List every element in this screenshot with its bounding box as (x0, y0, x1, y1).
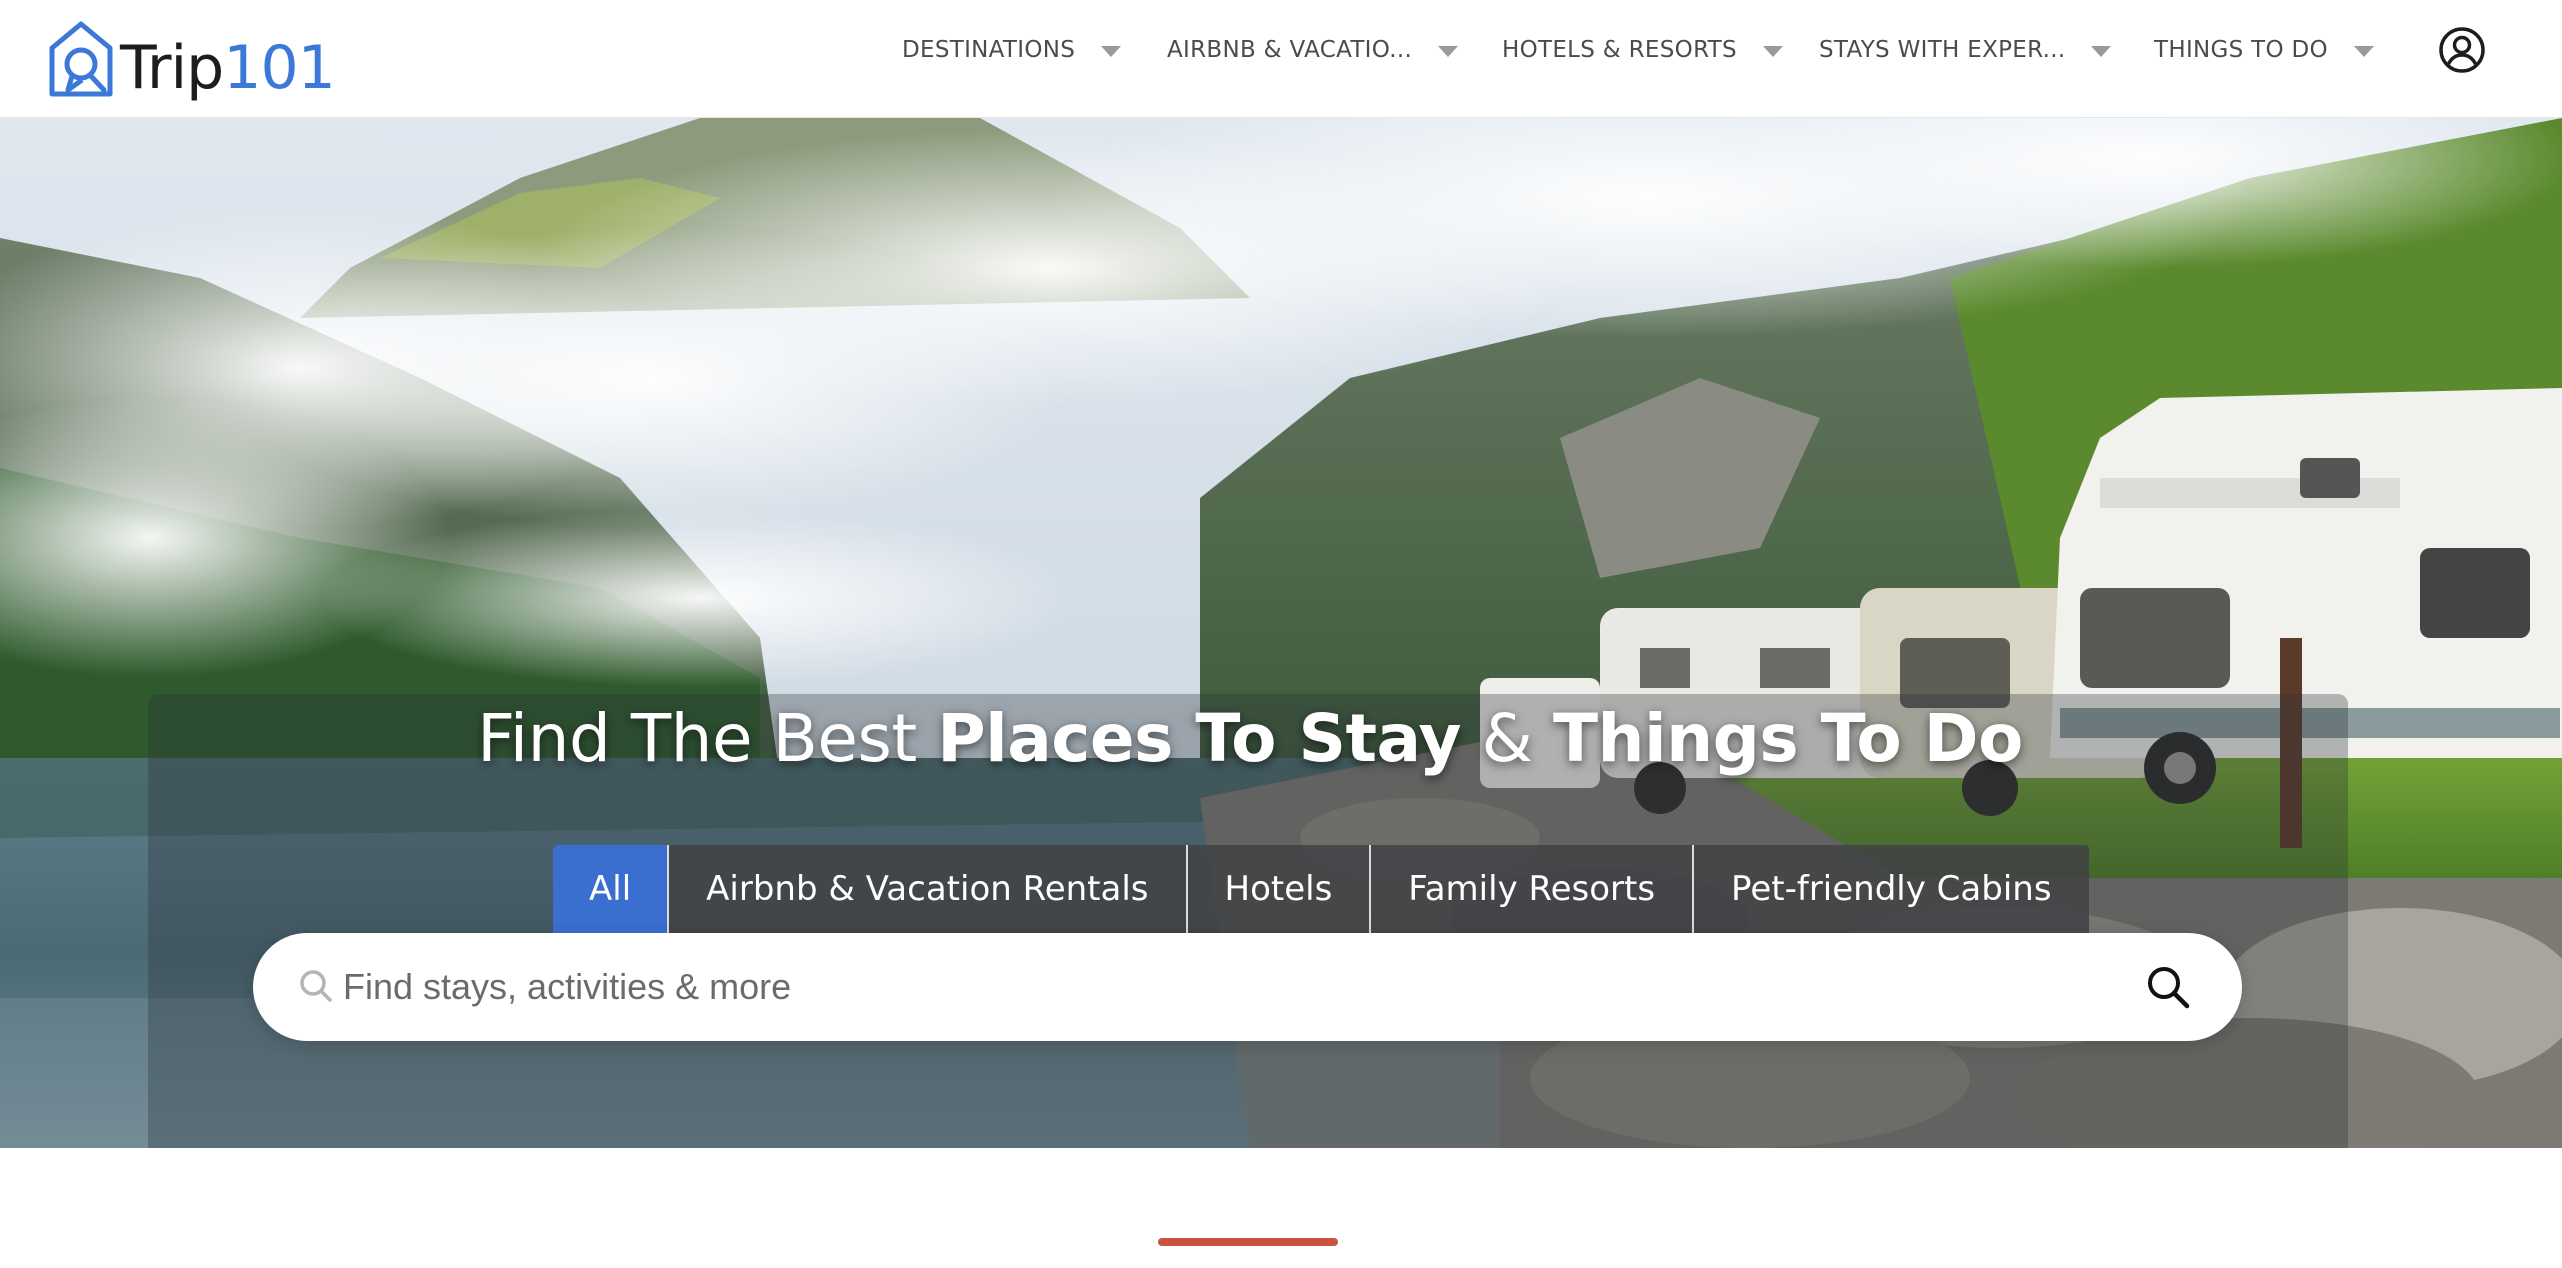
chevron-down-icon (1101, 45, 1122, 57)
nav-label: THINGS TO DO (2154, 37, 2328, 63)
section-divider-accent (1158, 1238, 1338, 1246)
chevron-down-icon (1438, 45, 1459, 57)
user-circle-icon[interactable] (2438, 26, 2486, 74)
house-pin-icon (49, 21, 113, 97)
nav-hotels-resorts[interactable]: HOTELS & RESORTS (1502, 0, 1783, 100)
nav-label: STAYS WITH EXPER... (1819, 37, 2066, 63)
logo-wordmark: Trip101 (120, 33, 336, 103)
chevron-down-icon (2091, 45, 2112, 57)
hero-headline: Find The Best Places To Stay & Things To… (477, 700, 2023, 777)
search-bar (253, 933, 2242, 1041)
nav-things-to-do[interactable]: THINGS TO DO (2154, 0, 2374, 100)
nav-destinations[interactable]: DESTINATIONS (902, 0, 1122, 100)
search-category-tabs: All Airbnb & Vacation Rentals Hotels Fam… (553, 845, 2089, 933)
tab-pet-friendly-cabins[interactable]: Pet-friendly Cabins (1694, 845, 2089, 933)
chevron-down-icon (1762, 45, 1783, 57)
tab-hotels[interactable]: Hotels (1187, 845, 1372, 933)
tab-family-resorts[interactable]: Family Resorts (1371, 845, 1695, 933)
search-icon (300, 970, 332, 1002)
nav-label: AIRBNB & VACATIO... (1167, 37, 1413, 63)
nav-label: DESTINATIONS (902, 37, 1076, 63)
chevron-down-icon (2353, 45, 2374, 57)
search-input[interactable] (343, 953, 2043, 1021)
tab-all[interactable]: All (553, 845, 670, 933)
search-submit-icon[interactable] (2144, 963, 2192, 1011)
nav-airbnb-vacation[interactable]: AIRBNB & VACATIO... (1167, 0, 1459, 100)
nav-stays-experiences[interactable]: STAYS WITH EXPER... (1819, 0, 2112, 100)
site-logo[interactable]: Trip101 (46, 16, 336, 106)
site-header: Trip101 DESTINATIONS AIRBNB & VACATIO...… (0, 0, 2562, 118)
tab-airbnb-vacation-rentals[interactable]: Airbnb & Vacation Rentals (669, 845, 1188, 933)
nav-label: HOTELS & RESORTS (1502, 37, 1737, 63)
